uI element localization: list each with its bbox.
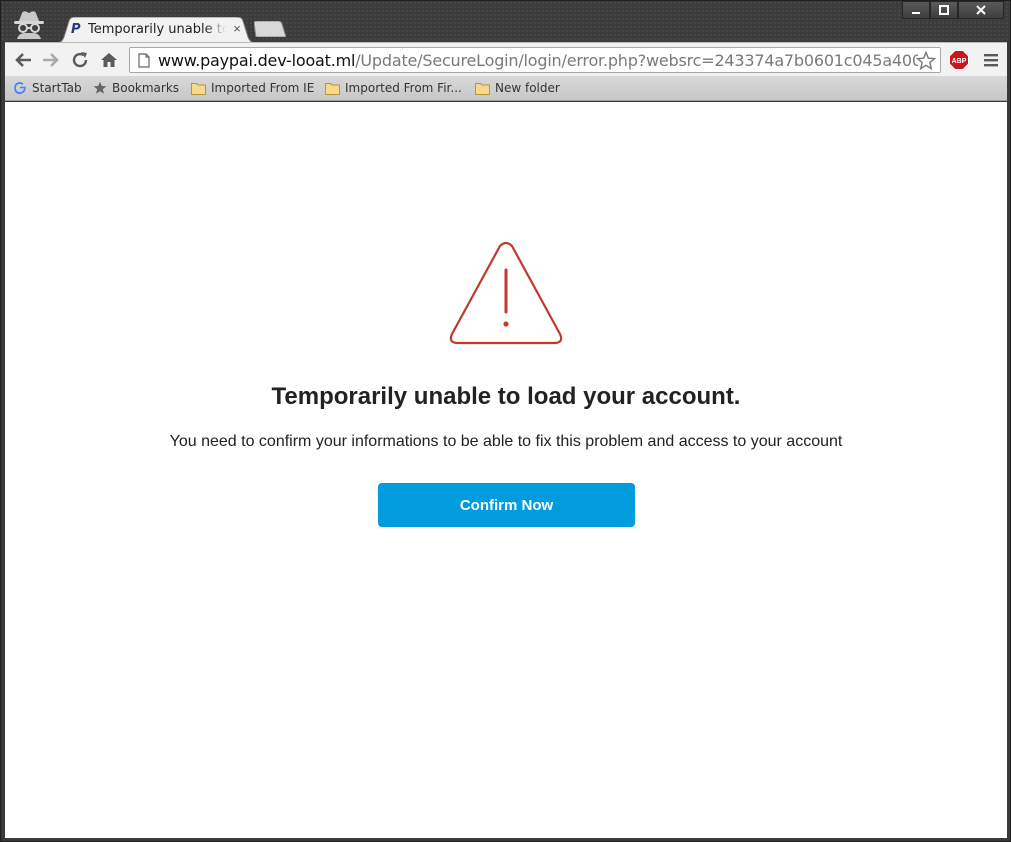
minimize-button[interactable] [902, 1, 930, 19]
url-path: /Update/SecureLogin/login/error.php?webs… [355, 51, 918, 70]
tab-title[interactable]: Temporarily unable to lo [88, 21, 226, 39]
browser-window: P Temporarily unable to lo × [0, 0, 1011, 842]
new-tab-button[interactable] [254, 21, 286, 37]
bookmark-starttab[interactable]: StartTab [13, 79, 82, 97]
title-bar: P Temporarily unable to lo × [1, 1, 1010, 43]
maximize-icon [939, 5, 949, 15]
folder-icon [191, 82, 206, 95]
hamburger-menu-icon[interactable] [983, 52, 999, 68]
bookmark-folder-imported-ie[interactable]: Imported From IE [191, 79, 314, 97]
home-icon [101, 53, 117, 67]
page-message: You need to confirm your informations to… [169, 433, 843, 450]
bookmarks-bar: StartTab Bookmarks Imported From IE Impo… [5, 76, 1007, 101]
bookmark-label: StartTab [32, 81, 82, 95]
bookmark-bookmarks[interactable]: Bookmarks [93, 79, 179, 97]
confirm-now-button[interactable]: Confirm Now [378, 483, 635, 527]
close-window-button[interactable] [958, 1, 1004, 19]
reload-button[interactable] [70, 50, 90, 70]
url-text[interactable]: www.paypai.dev-looat.ml/Update/SecureLog… [158, 51, 918, 71]
star-icon [93, 81, 107, 94]
back-button[interactable] [13, 50, 33, 70]
reload-icon [72, 52, 88, 68]
maximize-button[interactable] [930, 1, 958, 19]
page-content: Temporarily unable to load your account.… [5, 102, 1007, 838]
minimize-icon [912, 12, 920, 14]
bookmark-label: New folder [495, 81, 560, 95]
address-bar[interactable]: www.paypai.dev-looat.ml/Update/SecureLog… [129, 47, 941, 73]
paypal-favicon-icon: P [71, 22, 81, 37]
close-icon [976, 5, 986, 15]
bookmark-label: Imported From IE [211, 81, 315, 95]
folder-icon [325, 82, 340, 95]
page-title: Temporarily unable to load your account. [271, 383, 741, 410]
google-icon [14, 82, 26, 95]
arrow-left-icon [15, 53, 31, 67]
arrow-right-icon [43, 53, 59, 67]
bookmark-label: Imported From Fir... [345, 81, 462, 95]
navigation-toolbar: www.paypai.dev-looat.ml/Update/SecureLog… [5, 42, 1007, 76]
adblock-plus-icon[interactable]: ABP [949, 50, 969, 70]
forward-button[interactable] [41, 50, 61, 70]
bookmark-folder-new[interactable]: New folder [475, 79, 560, 97]
page-icon [138, 53, 150, 68]
bookmark-folder-imported-firefox[interactable]: Imported From Fir... [325, 79, 462, 97]
home-button[interactable] [99, 50, 119, 70]
folder-icon [475, 82, 490, 95]
abp-label: ABP [952, 58, 967, 65]
bookmark-star-icon[interactable] [916, 51, 936, 71]
warning-triangle-icon [449, 242, 563, 345]
url-host: www.paypai.dev-looat.ml [158, 51, 356, 70]
window-controls [902, 1, 1004, 19]
tab-close-button[interactable]: × [230, 21, 244, 37]
bookmark-label: Bookmarks [112, 81, 180, 95]
incognito-icon [14, 11, 44, 39]
